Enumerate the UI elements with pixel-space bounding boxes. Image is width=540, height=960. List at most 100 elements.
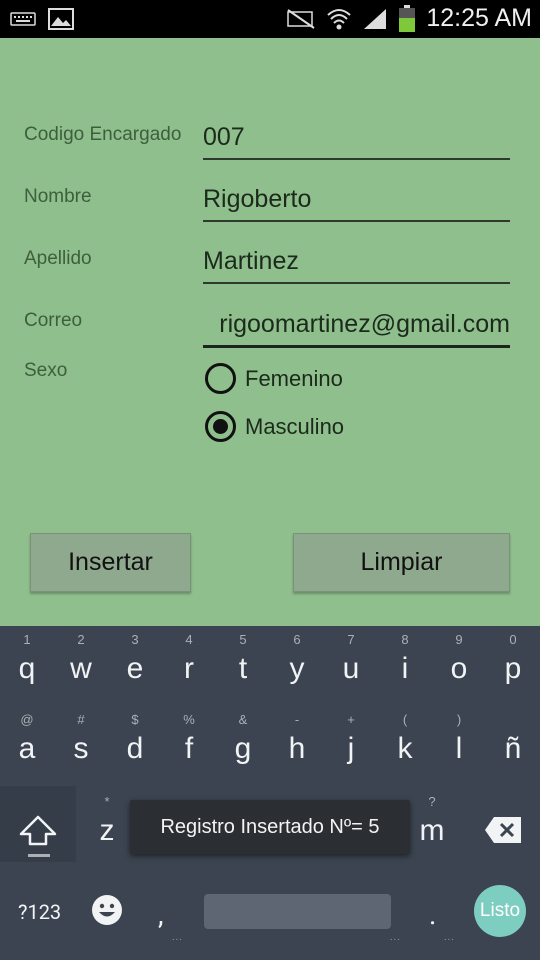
key-hint: 8 (378, 632, 432, 647)
nombre-field[interactable]: Rigoberto (203, 182, 510, 222)
key-hint: 5 (216, 632, 270, 647)
key-label: d (108, 732, 162, 766)
done-button[interactable]: Listo (474, 885, 526, 937)
label-apellido: Apellido (24, 248, 92, 270)
radio-femenino[interactable]: Femenino (205, 363, 343, 394)
key-label: g (216, 732, 270, 766)
key-z[interactable]: *z (80, 814, 134, 848)
key-s[interactable]: #s (54, 732, 108, 766)
key-w[interactable]: 2w (54, 652, 108, 686)
key-hint: 1 (0, 632, 54, 647)
key-d[interactable]: $d (108, 732, 162, 766)
key-y[interactable]: 6y (270, 652, 324, 686)
spacebar[interactable] (204, 894, 391, 929)
key-l[interactable]: )l (432, 732, 486, 766)
key-hint: 4 (162, 632, 216, 647)
apellido-field[interactable]: Martinez (203, 244, 510, 284)
key-hint: 0 (486, 632, 540, 647)
key-label: p (486, 652, 540, 686)
key-hint: 6 (270, 632, 324, 647)
battery-icon (398, 5, 416, 33)
key-label: m (405, 814, 459, 848)
insertar-button[interactable]: Insertar (30, 533, 191, 592)
clock: 12:25 AM (426, 4, 532, 33)
symbols-key[interactable]: ?123 (18, 900, 61, 924)
spacebar-dots: ... (390, 932, 401, 943)
key-label: f (162, 732, 216, 766)
key-label: w (54, 652, 108, 686)
label-nombre: Nombre (24, 186, 92, 208)
key-hint: 7 (324, 632, 378, 647)
emoji-icon[interactable] (91, 894, 123, 926)
radio-masculino[interactable]: Masculino (205, 411, 344, 442)
battery-fill (399, 18, 415, 32)
mute-icon (286, 8, 316, 30)
key-o[interactable]: 9o (432, 652, 486, 686)
key-f[interactable]: %f (162, 732, 216, 766)
key-label: z (80, 814, 134, 848)
key-j[interactable]: +j (324, 732, 378, 766)
key-hint: * (80, 794, 134, 809)
backspace-key[interactable] (470, 802, 540, 858)
key-label: r (162, 652, 216, 686)
shift-icon (18, 814, 58, 850)
key-label: s (54, 732, 108, 766)
key-hint: & (216, 712, 270, 727)
codigo-value: 007 (203, 123, 245, 152)
key-hint: ? (405, 794, 459, 809)
key-i[interactable]: 8i (378, 652, 432, 686)
key-h[interactable]: -h (270, 732, 324, 766)
shift-key[interactable] (0, 786, 76, 862)
key-p[interactable]: 0p (486, 652, 540, 686)
backspace-icon (484, 816, 522, 844)
key-hint: ) (432, 712, 486, 727)
key-hint: + (324, 712, 378, 727)
key-r[interactable]: 4r (162, 652, 216, 686)
key-label: a (0, 732, 54, 766)
key-g[interactable]: &g (216, 732, 270, 766)
key-hint: # (54, 712, 108, 727)
key-hint: % (162, 712, 216, 727)
label-codigo: Codigo Encargado (24, 124, 181, 146)
key-label: h (270, 732, 324, 766)
key-hint: 3 (108, 632, 162, 647)
key-n-tilde[interactable]: ñ (486, 732, 540, 766)
key-label: e (108, 652, 162, 686)
limpiar-button[interactable]: Limpiar (293, 533, 510, 592)
status-bar: 12:25 AM (0, 0, 540, 38)
radio-unchecked-icon (205, 363, 236, 394)
key-t[interactable]: 5t (216, 652, 270, 686)
apellido-value: Martinez (203, 247, 299, 276)
comma-dots: ... (172, 932, 183, 943)
key-u[interactable]: 7u (324, 652, 378, 686)
correo-field[interactable]: rigoomartinez@gmail.com (203, 308, 510, 348)
image-icon (48, 8, 74, 30)
radio-femenino-label: Femenino (245, 366, 343, 392)
key-label: t (216, 652, 270, 686)
key-m[interactable]: ?m (405, 814, 459, 848)
key-hint: $ (108, 712, 162, 727)
key-label: k (378, 732, 432, 766)
key-label: u (324, 652, 378, 686)
label-correo: Correo (24, 310, 82, 332)
key-q[interactable]: 1q (0, 652, 54, 686)
toast-message: Registro Insertado Nº= 5 (130, 800, 410, 854)
key-label: l (432, 732, 486, 766)
key-label: i (378, 652, 432, 686)
key-k[interactable]: (k (378, 732, 432, 766)
radio-masculino-label: Masculino (245, 414, 344, 440)
wifi-icon (326, 7, 352, 31)
key-e[interactable]: 3e (108, 652, 162, 686)
key-a[interactable]: @a (0, 732, 54, 766)
key-label: y (270, 652, 324, 686)
period-key[interactable]: . (429, 898, 436, 931)
key-hint: @ (0, 712, 54, 727)
key-hint: 9 (432, 632, 486, 647)
codigo-field[interactable]: 007 (203, 120, 510, 160)
key-label: j (324, 732, 378, 766)
label-sexo: Sexo (24, 360, 67, 382)
key-hint: 2 (54, 632, 108, 647)
comma-key[interactable]: , (158, 898, 164, 931)
correo-value: rigoomartinez@gmail.com (219, 310, 510, 339)
key-hint: - (270, 712, 324, 727)
